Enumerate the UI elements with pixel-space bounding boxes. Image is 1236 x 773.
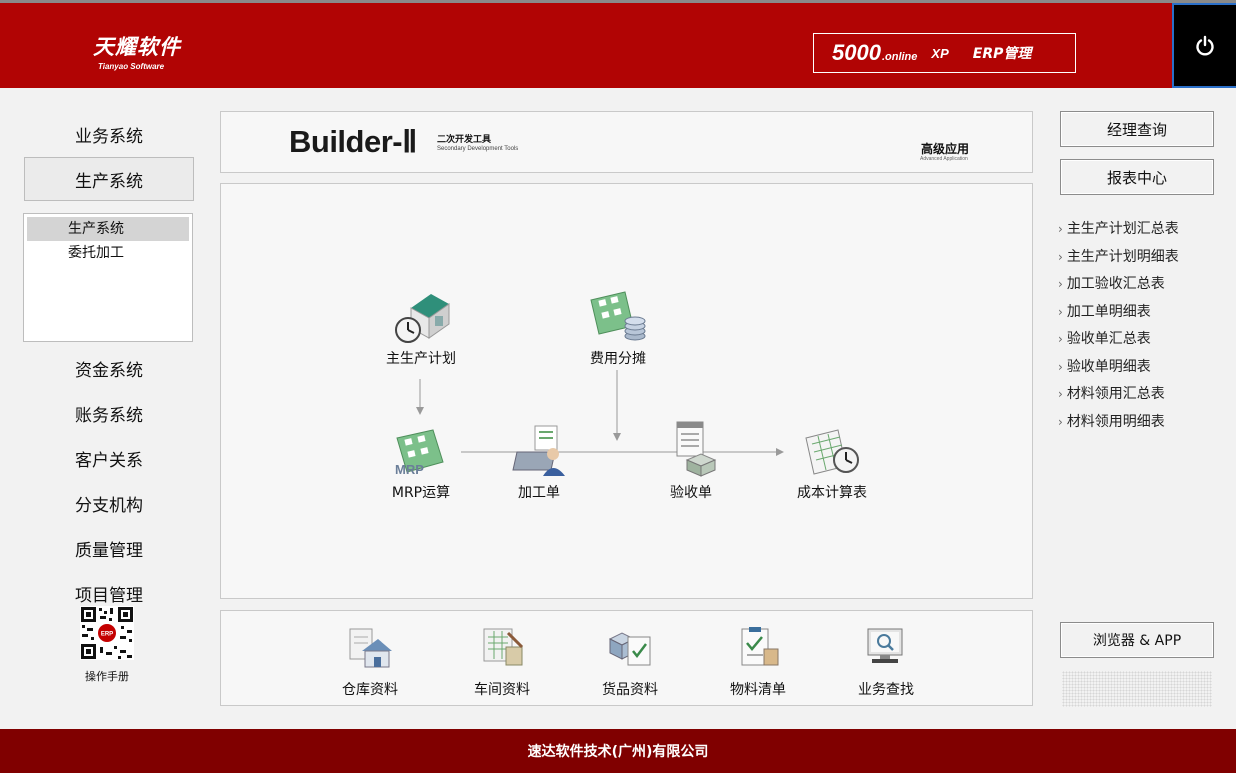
- chevron-right-icon: ›: [1058, 304, 1063, 319]
- flow-node-work-order[interactable]: 加工单: [499, 422, 579, 502]
- nav-branch-offices[interactable]: 分支机构: [24, 481, 194, 525]
- nav-quality-management[interactable]: 质量管理: [24, 526, 194, 570]
- node-label: 验收单: [670, 485, 712, 501]
- report-link-acceptance-detail[interactable]: › 验收单明细表: [1058, 355, 1179, 383]
- node-label: 费用分摊: [590, 351, 646, 367]
- report-link-work-order-detail[interactable]: › 加工单明细表: [1058, 300, 1179, 328]
- tool-goods[interactable]: 货品资料: [585, 625, 675, 699]
- product-erp: ERP管理: [972, 46, 1032, 62]
- chevron-right-icon: ›: [1058, 359, 1063, 374]
- warehouse-icon: [349, 628, 392, 668]
- company-name: 速达软件技术(广州)有限公司: [527, 744, 709, 760]
- chevron-right-icon: ›: [1058, 249, 1063, 264]
- tool-business-search[interactable]: 业务查找: [841, 625, 931, 699]
- browser-app-button[interactable]: 浏览器 & APP: [1060, 622, 1214, 658]
- builder-title[interactable]: Builder-Ⅱ: [289, 124, 417, 160]
- nav-accounting-system[interactable]: 账务系统: [24, 391, 194, 435]
- flow-node-cost-allocation[interactable]: 费用分摊: [568, 290, 668, 368]
- production-sublist: 生产系统 委托加工: [23, 213, 193, 342]
- tool-label: 业务查找: [858, 682, 914, 698]
- sublist-item-production[interactable]: 生产系统: [27, 217, 189, 241]
- chevron-right-icon: ›: [1058, 277, 1063, 291]
- goods-icon: [608, 632, 651, 666]
- report-link-master-plan-summary[interactable]: › 主生产计划汇总表: [1058, 217, 1179, 245]
- product-online: .online: [881, 51, 918, 63]
- manager-query-button[interactable]: 经理查询: [1060, 111, 1214, 147]
- flow-node-acceptance[interactable]: 验收单: [651, 420, 731, 502]
- nav-business-system[interactable]: 业务系统: [24, 112, 194, 156]
- search-monitor-icon: [867, 628, 903, 663]
- bom-clipboard-icon: [741, 627, 779, 666]
- flow-node-master-plan[interactable]: 主生产计划: [371, 288, 471, 368]
- qr-badge-text: ERP: [101, 632, 113, 638]
- flow-node-mrp[interactable]: MRP MRP运算: [376, 428, 466, 502]
- production-flow-panel: 主生产计划 费用分摊 MRP MRP运算 加工单 验收单 成本计算表: [220, 183, 1033, 599]
- logo-en: Tianyao Software: [98, 62, 165, 71]
- advanced-application-en: Advanced Application: [920, 156, 968, 162]
- tool-label: 车间资料: [474, 682, 530, 698]
- node-label: 主生产计划: [386, 351, 456, 367]
- report-link-material-issue-summary[interactable]: › 材料领用汇总表: [1058, 382, 1179, 410]
- node-label: 加工单: [518, 485, 560, 501]
- tool-label: 物料清单: [730, 682, 786, 698]
- chevron-right-icon: ›: [1058, 414, 1063, 429]
- factory-clock-icon: [395, 294, 450, 343]
- logo-cn: 天耀软件: [93, 35, 181, 59]
- report-list: › 主生产计划汇总表 › 主生产计划明细表 › 加工验收汇总表 › 加工单明细表 › 验收…: [1058, 217, 1179, 437]
- tool-workshop[interactable]: 车间资料: [457, 625, 547, 699]
- tool-label: 货品资料: [602, 682, 658, 698]
- manual-label[interactable]: 操作手册: [60, 668, 154, 684]
- workshop-icon: [483, 628, 524, 666]
- builder-banner: Builder-Ⅱ 二次开发工具 Secondary Development T…: [220, 111, 1033, 173]
- report-link-processing-acceptance-summary[interactable]: › 加工验收汇总表: [1058, 272, 1179, 300]
- tool-label: 仓库资料: [342, 682, 398, 698]
- nav-customer-relations[interactable]: 客户关系: [24, 436, 194, 480]
- chevron-right-icon: ›: [1058, 332, 1063, 346]
- footer-bar: 速达软件技术(广州)有限公司: [0, 729, 1236, 773]
- calculator-coins-icon: [590, 291, 646, 341]
- header-bar: 天耀软件 Tianyao Software 5000 .online XP ER…: [0, 0, 1236, 88]
- power-icon: [1196, 35, 1214, 55]
- sublist-item-outsourcing[interactable]: 委托加工: [27, 241, 189, 265]
- report-link-material-issue-detail[interactable]: › 材料领用明细表: [1058, 410, 1179, 438]
- logo: 天耀软件 Tianyao Software: [93, 31, 181, 71]
- chevron-right-icon: ›: [1058, 222, 1063, 236]
- decorative-pattern: [1062, 671, 1212, 707]
- builder-subtitle-cn: 二次开发工具: [437, 135, 492, 145]
- report-link-acceptance-summary[interactable]: › 验收单汇总表: [1058, 327, 1179, 355]
- power-button[interactable]: [1172, 3, 1236, 88]
- flow-connectors: [416, 370, 784, 456]
- qr-code-icon[interactable]: ERP: [80, 606, 134, 660]
- basic-data-toolbar: 仓库资料 车间资料 货品资料 物料清单 业务查找: [220, 610, 1033, 706]
- builder-subtitle-en: Secondary Development Tools: [437, 146, 519, 152]
- advanced-application-link[interactable]: 高级应用: [921, 140, 969, 157]
- node-label: MRP运算: [391, 485, 451, 501]
- product-name-box: 5000 .online XP ERP管理: [813, 33, 1076, 73]
- report-link-master-plan-detail[interactable]: › 主生产计划明细表: [1058, 245, 1179, 273]
- tool-bom[interactable]: 物料清单: [713, 625, 803, 699]
- mrp-calculator-icon: MRP: [395, 429, 444, 477]
- worker-icon: [512, 425, 565, 476]
- product-number: 5000: [832, 40, 881, 65]
- nav-fund-system[interactable]: 资金系统: [24, 346, 194, 390]
- flow-node-costing[interactable]: 成本计算表: [787, 428, 877, 502]
- spreadsheet-clock-icon: [805, 429, 859, 475]
- checklist-box-icon: [676, 421, 717, 477]
- product-xp: XP: [931, 45, 949, 61]
- chevron-right-icon: ›: [1058, 387, 1063, 401]
- report-center-button[interactable]: 报表中心: [1060, 159, 1214, 195]
- tool-warehouse[interactable]: 仓库资料: [325, 625, 415, 699]
- node-label: 成本计算表: [797, 485, 867, 501]
- svg-text:MRP: MRP: [395, 462, 424, 477]
- nav-production-system[interactable]: 生产系统: [24, 157, 194, 201]
